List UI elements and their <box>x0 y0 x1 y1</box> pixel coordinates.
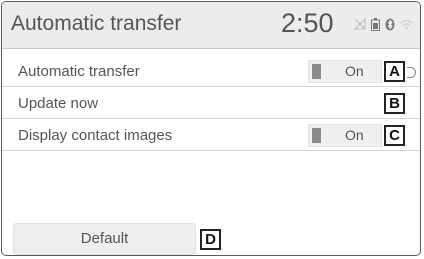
default-button[interactable]: Default <box>13 223 196 255</box>
callout-c: C <box>384 125 405 146</box>
bluetooth-icon <box>385 18 395 31</box>
display-contact-images-toggle[interactable]: On <box>308 124 382 147</box>
automatic-transfer-toggle[interactable]: On <box>308 60 382 83</box>
toggle-indicator <box>312 64 321 79</box>
callout-d: D <box>200 229 221 250</box>
signal-icon <box>354 18 366 30</box>
callout-b: B <box>384 93 405 114</box>
page-title: Automatic transfer <box>11 12 182 35</box>
wifi-icon <box>400 18 413 30</box>
toggle-state: On <box>345 63 364 79</box>
toggle-state: On <box>345 127 364 143</box>
display-contact-images-label: Display contact images <box>18 127 173 144</box>
settings-screen: Automatic transfer 2:50 Automatic transf… <box>1 1 421 256</box>
automatic-transfer-label: Automatic transfer <box>18 63 140 80</box>
status-icons <box>354 16 413 32</box>
battery-icon <box>371 17 380 31</box>
toggle-indicator <box>312 128 321 143</box>
display-contact-images-row: Display contact images On C <box>2 121 420 151</box>
clock: 2:50 <box>281 8 334 38</box>
update-now-label: Update now <box>18 95 99 112</box>
automatic-transfer-row: Automatic transfer On A <box>2 57 420 87</box>
callout-a: A <box>384 61 405 82</box>
header-bar: Automatic transfer 2:50 <box>2 2 420 49</box>
update-now-row[interactable]: Update now B <box>2 89 420 119</box>
